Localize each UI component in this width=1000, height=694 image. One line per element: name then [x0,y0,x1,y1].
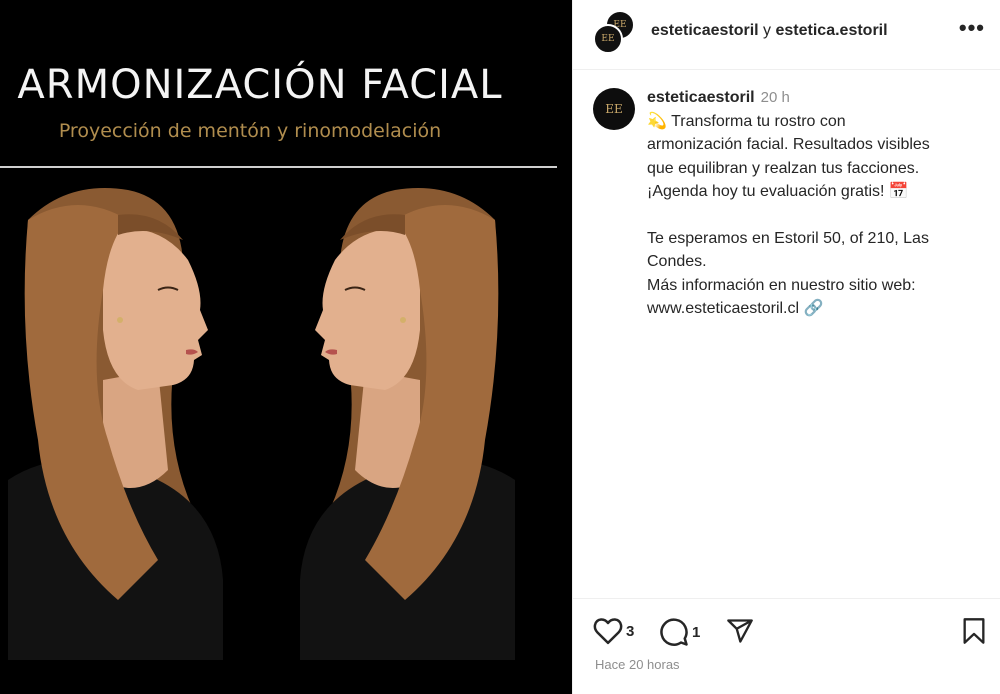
portrait-right [300,188,515,660]
like-button[interactable]: 3 [593,617,634,645]
caption-line: 💫 Transforma tu rostro con [647,112,846,130]
share-button[interactable] [725,617,755,645]
avatar[interactable]: EE [593,88,635,130]
caption-line: Te esperamos en Estoril 50, of 210, Las [647,229,929,247]
send-icon [727,619,753,643]
collab-avatars[interactable]: EE EE [593,10,641,58]
collab-usernames: esteticaestoril y estetica.estoril [651,22,888,40]
website-link[interactable]: www.esteticaestoril.cl 🔗 [647,297,987,321]
more-options-button[interactable]: ••• [959,17,985,39]
collab-connector: y [758,22,776,39]
caption-line: armonización facial. Resultados visibles [647,136,930,153]
comment-count[interactable]: 1 [692,624,700,641]
post-header: EE EE esteticaestoril y estetica.estoril… [573,0,1000,70]
post-actions: 3 1 Hace 20 horas [573,598,1000,694]
post-image-subtitle: Proyección de mentón y rinomodelación [58,120,442,142]
post-image-divider [0,166,557,168]
like-count[interactable]: 3 [626,623,634,640]
username-link[interactable]: estetica.estoril [776,22,888,39]
portrait-left [8,188,223,660]
caption-text: esteticaestoril 20 h 💫 Transforma tu rost… [647,86,987,321]
save-button[interactable] [961,617,987,645]
post-image[interactable]: ARMONIZACIÓN FACIAL Proyección de mentón… [0,0,572,694]
heart-icon [593,618,623,645]
username-link[interactable]: esteticaestoril [651,22,759,39]
comment-button[interactable]: 1 [659,617,700,647]
post-date[interactable]: Hace 20 horas [595,657,680,672]
bookmark-icon [963,618,985,644]
username-link[interactable]: esteticaestoril [647,89,755,106]
caption-line: Más información en nuestro sitio web: [647,276,916,294]
comment-icon [660,618,688,646]
post-image-title: ARMONIZACIÓN FACIAL [17,62,503,108]
caption-line: que equilibran y realzan tus facciones. [647,159,920,177]
post-sidebar: EE EE esteticaestoril y estetica.estoril… [572,0,1000,694]
avatar[interactable]: EE [593,24,623,54]
caption-line: Condes. [647,253,707,270]
caption-line: ¡Agenda hoy tu evaluación gratis! 📅 [647,183,909,200]
timestamp[interactable]: 20 h [761,89,790,106]
